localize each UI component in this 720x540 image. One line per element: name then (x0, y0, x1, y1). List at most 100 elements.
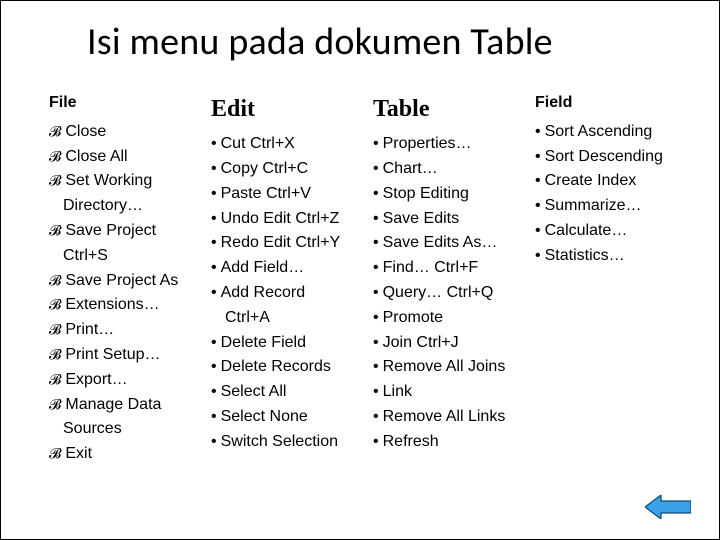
columns: File Close Close All Set Working Directo… (49, 91, 679, 467)
item-label: Remove All Joins (383, 355, 506, 380)
list-item: Print… (49, 318, 193, 343)
list-item: Add Field… (211, 256, 355, 281)
item-label: Undo Edit Ctrl+Z (221, 207, 340, 232)
list-item: Sort Descending (535, 145, 679, 170)
item-label: Promote (383, 306, 443, 331)
list-item: Switch Selection (211, 430, 355, 455)
list-item: Query… Ctrl+Q (373, 281, 517, 306)
item-label: Set Working (65, 169, 152, 194)
list-item: Close (49, 120, 193, 145)
col-table-heading: Table (373, 91, 517, 128)
back-arrow-button[interactable] (645, 495, 691, 519)
item-label: Extensions… (65, 293, 159, 318)
item-label: Add Record (221, 281, 306, 306)
col-field-heading: Field (535, 91, 679, 116)
item-label: Save Project As (65, 269, 178, 294)
item-continuation: Ctrl+S (49, 244, 193, 269)
item-label: Save Edits (383, 207, 459, 232)
list-item: Refresh (373, 430, 517, 455)
list-item: Save Edits (373, 207, 517, 232)
list-item: Delete Field (211, 331, 355, 356)
list-item: Summarize… (535, 194, 679, 219)
item-label: Copy Ctrl+C (221, 157, 309, 182)
list-item: Select All (211, 380, 355, 405)
item-label: Manage Data (65, 393, 161, 418)
item-label: Redo Edit Ctrl+Y (221, 231, 341, 256)
item-label: Calculate… (545, 219, 628, 244)
item-label: Switch Selection (221, 430, 338, 455)
item-continuation: Ctrl+A (211, 306, 355, 331)
item-label: Summarize… (545, 194, 642, 219)
list-item: Chart… (373, 157, 517, 182)
col-edit-heading: Edit (211, 91, 355, 128)
item-label: Find… Ctrl+F (383, 256, 479, 281)
list-item: Select None (211, 405, 355, 430)
list-item: Copy Ctrl+C (211, 157, 355, 182)
list-item: Link (373, 380, 517, 405)
list-item: Undo Edit Ctrl+Z (211, 207, 355, 232)
item-label: Properties… (383, 132, 472, 157)
list-item: Save Project (49, 219, 193, 244)
list-item: Remove All Joins (373, 355, 517, 380)
item-continuation: Sources (49, 417, 193, 442)
list-item: Redo Edit Ctrl+Y (211, 231, 355, 256)
list-item: Save Edits As… (373, 231, 517, 256)
list-item: Properties… (373, 132, 517, 157)
item-label: Sort Descending (545, 145, 663, 170)
list-item: Set Working (49, 169, 193, 194)
item-label: Select None (221, 405, 308, 430)
arrow-left-icon (645, 495, 691, 519)
list-item: Sort Ascending (535, 120, 679, 145)
list-item: Join Ctrl+J (373, 331, 517, 356)
list-item: Add Record (211, 281, 355, 306)
item-label: Close (65, 120, 106, 145)
list-item: Extensions… (49, 293, 193, 318)
item-label: Add Field… (221, 256, 305, 281)
col-file-heading: File (49, 91, 193, 116)
list-item: Promote (373, 306, 517, 331)
item-label: Cut Ctrl+X (221, 132, 295, 157)
item-label: Close All (65, 145, 127, 170)
list-item: Close All (49, 145, 193, 170)
list-item: Print Setup… (49, 343, 193, 368)
list-item: Remove All Links (373, 405, 517, 430)
col-file: File Close Close All Set Working Directo… (49, 91, 193, 467)
list-item: Export… (49, 368, 193, 393)
item-label: Link (383, 380, 412, 405)
list-item: Stop Editing (373, 182, 517, 207)
item-label: Refresh (383, 430, 439, 455)
slide: Isi menu pada dokumen Table File Close C… (0, 0, 720, 540)
list-item: Manage Data (49, 393, 193, 418)
list-item: Save Project As (49, 269, 193, 294)
list-item: Calculate… (535, 219, 679, 244)
item-label: Select All (221, 380, 287, 405)
item-label: Save Edits As… (383, 231, 498, 256)
col-field: Field Sort Ascending Sort Descending Cre… (535, 91, 679, 467)
item-label: Create Index (545, 169, 637, 194)
list-item: Paste Ctrl+V (211, 182, 355, 207)
list-item: Cut Ctrl+X (211, 132, 355, 157)
item-label: Chart… (383, 157, 438, 182)
list-item: Find… Ctrl+F (373, 256, 517, 281)
list-item: Create Index (535, 169, 679, 194)
item-label: Export… (65, 368, 127, 393)
page-title: Isi menu pada dokumen Table (87, 19, 553, 65)
col-table: Table Properties… Chart… Stop Editing Sa… (373, 91, 517, 467)
item-label: Stop Editing (383, 182, 469, 207)
item-label: Query… Ctrl+Q (383, 281, 494, 306)
list-item: Exit (49, 442, 193, 467)
item-label: Print… (65, 318, 114, 343)
item-label: Remove All Links (383, 405, 506, 430)
col-edit: Edit Cut Ctrl+X Copy Ctrl+C Paste Ctrl+V… (211, 91, 355, 467)
list-item: Statistics… (535, 244, 679, 269)
item-label: Print Setup… (65, 343, 160, 368)
item-label: Statistics… (545, 244, 625, 269)
item-label: Paste Ctrl+V (221, 182, 311, 207)
item-label: Save Project (65, 219, 156, 244)
item-label: Exit (65, 442, 92, 467)
item-label: Join Ctrl+J (383, 331, 459, 356)
item-label: Delete Field (221, 331, 306, 356)
item-label: Delete Records (221, 355, 331, 380)
item-label: Sort Ascending (545, 120, 653, 145)
item-continuation: Directory… (49, 194, 193, 219)
